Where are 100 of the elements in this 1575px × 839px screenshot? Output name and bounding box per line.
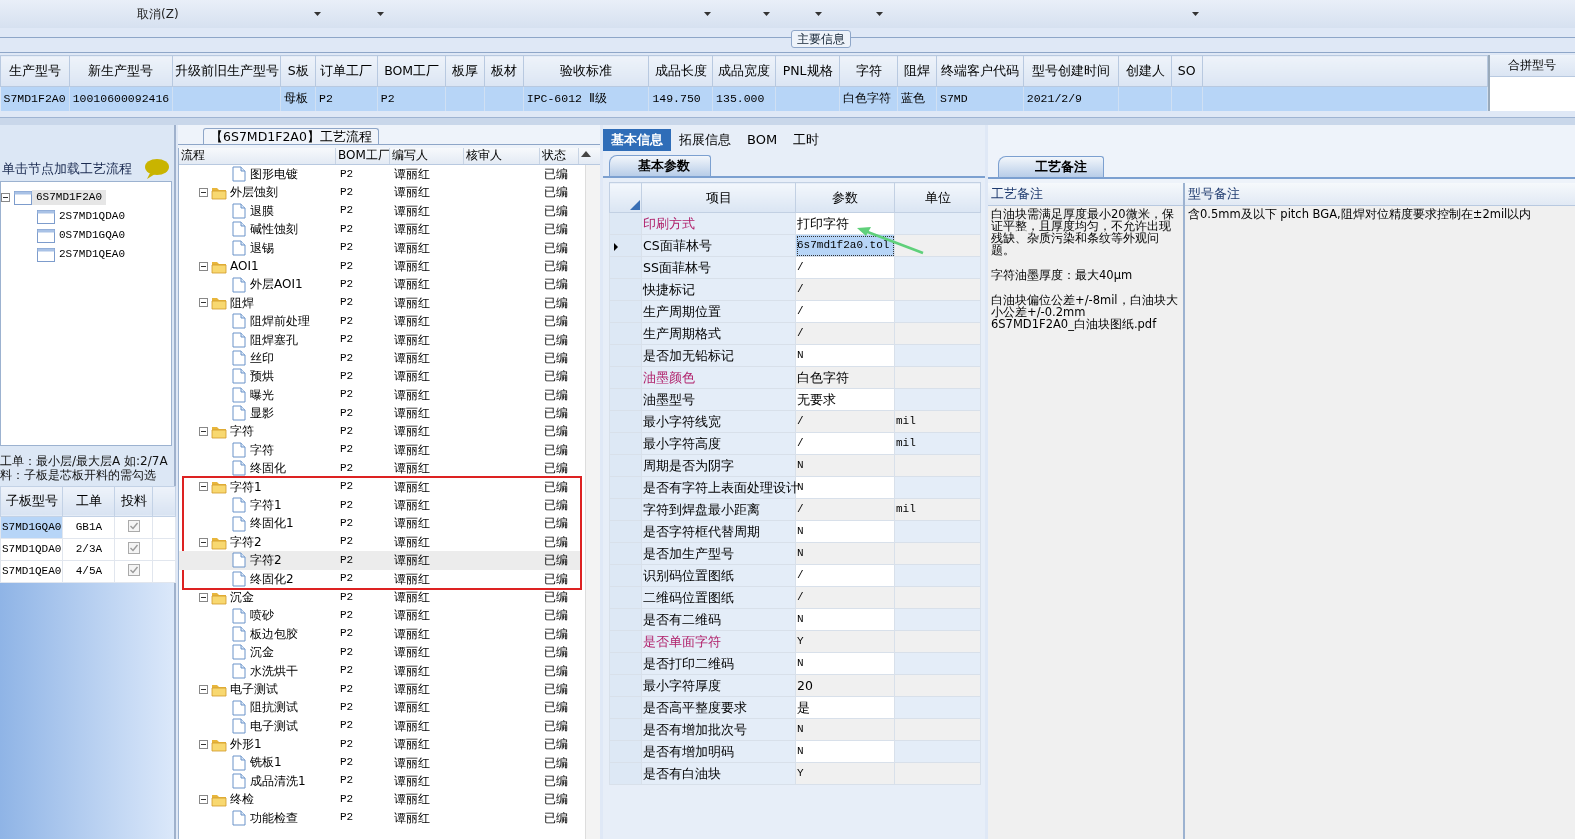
tree-item[interactable]: 2S7MD1QEA0 [55, 246, 129, 263]
table-cell: 生产周期格式 [641, 322, 796, 345]
tree-row[interactable]: 退膜 P2 谭丽红 已编 [179, 201, 582, 221]
tree-row[interactable]: 退锡 P2 谭丽红 已编 [179, 238, 582, 257]
tree-row[interactable]: 字符 P2 谭丽红 已编 [179, 440, 582, 460]
column-header[interactable]: 订单工厂 [315, 55, 378, 87]
collapse-icon[interactable] [199, 684, 208, 694]
collapse-icon[interactable] [199, 482, 208, 492]
column-header[interactable]: 单位 [894, 182, 981, 213]
tree-row[interactable]: 外层AOI1 P2 谭丽红 已编 [179, 275, 582, 294]
column-header[interactable]: 生产型号 [0, 55, 70, 87]
column-header[interactable]: 创建人 [1118, 55, 1172, 87]
tree-row[interactable]: 电子测试 P2 谭丽红 已编 [179, 716, 582, 736]
tree-row[interactable]: 字符 P2 谭丽红 已编 [179, 422, 582, 441]
column-header[interactable]: 阻焊 [897, 55, 937, 87]
caret-icon[interactable] [313, 12, 321, 16]
column-header[interactable]: BOM工厂 [336, 148, 390, 164]
column-header[interactable]: 投料 [114, 486, 153, 517]
collapse-icon[interactable] [199, 427, 208, 437]
tree-row[interactable]: 板边包胶 P2 谭丽红 已编 [179, 624, 582, 644]
column-header[interactable]: 子板型号 [0, 486, 63, 517]
collapse-icon[interactable] [199, 537, 208, 547]
column-header[interactable]: 核审人 [464, 148, 540, 164]
tab[interactable]: 工艺备注 [998, 156, 1104, 177]
caret-icon[interactable] [762, 12, 770, 16]
tree-row[interactable]: 铣板1 P2 谭丽红 已编 [179, 753, 582, 772]
tree-row[interactable]: 电子测试 P2 谭丽红 已编 [179, 679, 582, 699]
cancel-button[interactable]: 取消(Z) [135, 6, 181, 22]
tree-row[interactable]: 成品清洗1 P2 谭丽红 已编 [179, 771, 582, 791]
tree-item[interactable]: 6S7MD1F2A0 [32, 189, 106, 206]
checkbox[interactable] [127, 541, 140, 554]
column-header[interactable]: 流程 [179, 148, 336, 164]
tree-row[interactable]: AOI1 P2 谭丽红 已编 [179, 256, 582, 276]
tree-row[interactable]: 沉金 P2 谭丽红 已编 [179, 643, 582, 662]
tree-row[interactable]: 沉金 P2 谭丽红 已编 [179, 588, 582, 607]
column-header[interactable]: 参数 [795, 182, 895, 213]
tree-row[interactable]: 图形电镀 P2 谭丽红 已编 [179, 165, 582, 184]
tree-row[interactable]: 水洗烘干 P2 谭丽红 已编 [179, 661, 582, 680]
column-header[interactable]: 字符 [839, 55, 898, 87]
checkbox[interactable] [127, 519, 140, 532]
tree-item[interactable]: 2S7MD1QDA0 [55, 208, 129, 225]
tree-row[interactable]: 喷砂 P2 谭丽红 已编 [179, 606, 582, 625]
column-header[interactable]: 工单 [62, 486, 115, 517]
tab[interactable]: 基本参数 [609, 155, 711, 176]
scrollbar[interactable] [585, 165, 600, 839]
caret-icon[interactable] [703, 12, 711, 16]
tree-row[interactable]: 字符2 P2 谭丽红 已编 [179, 532, 580, 552]
collapse-icon[interactable] [199, 592, 208, 602]
column-header[interactable]: 项目 [641, 182, 796, 213]
tree-row[interactable]: 字符2 P2 谭丽红 已编 [179, 551, 580, 570]
tree-item[interactable]: 0S7MD1GQA0 [55, 227, 129, 244]
tab[interactable]: 工时 [785, 129, 828, 151]
collapse-icon[interactable] [199, 739, 208, 749]
tree-row[interactable]: 阻焊前处理 P2 谭丽红 已编 [179, 312, 582, 331]
column-header[interactable]: 升级前旧生产型号 [172, 55, 281, 87]
tree-row[interactable]: 阻焊 P2 谭丽红 已编 [179, 293, 582, 313]
column-header[interactable]: PNL规格 [775, 55, 840, 87]
column-header[interactable]: SO [1171, 55, 1203, 87]
tab[interactable]: 拓展信息 [671, 129, 739, 151]
tree-row[interactable]: 功能检查 P2 谭丽红 已编 [179, 808, 582, 828]
tree-row[interactable]: 终固化 P2 谭丽红 已编 [179, 459, 582, 478]
column-header[interactable]: S板 [280, 55, 316, 87]
tree-row[interactable]: 碱性蚀刻 P2 谭丽红 已编 [179, 220, 582, 239]
splitter[interactable] [0, 117, 1575, 125]
column-header[interactable]: 板材 [484, 55, 524, 87]
collapse-icon[interactable] [199, 794, 208, 804]
tree-row[interactable]: 阻抗测试 P2 谭丽红 已编 [179, 698, 582, 717]
column-header[interactable]: 验收标准 [523, 55, 649, 87]
tree-row[interactable]: 阻焊塞孔 P2 谭丽红 已编 [179, 330, 582, 349]
column-header[interactable]: BOM工厂 [377, 55, 446, 87]
tab[interactable]: 基本信息 [603, 129, 671, 151]
checkbox[interactable] [127, 563, 140, 576]
collapse-icon[interactable] [199, 188, 208, 198]
column-header[interactable]: 状态 [540, 148, 579, 164]
tree-row[interactable]: 显影 P2 谭丽红 已编 [179, 404, 582, 423]
tree-row[interactable]: 外层蚀刻 P2 谭丽红 已编 [179, 183, 582, 202]
tree-row[interactable]: 终检 P2 谭丽红 已编 [179, 790, 582, 809]
column-header[interactable]: 新生产型号 [69, 55, 173, 87]
collapse-icon[interactable] [199, 261, 208, 271]
collapse-icon[interactable] [199, 298, 208, 308]
tree-row[interactable]: 终固化2 P2 谭丽红 已编 [179, 569, 580, 588]
column-header[interactable]: 终端客户代码 [936, 55, 1024, 87]
tree-row[interactable]: 丝印 P2 谭丽红 已编 [179, 348, 582, 368]
caret-icon[interactable] [875, 12, 883, 16]
row-header[interactable] [609, 234, 642, 257]
column-header[interactable]: 型号创建时间 [1023, 55, 1119, 87]
column-header[interactable]: 板厚 [445, 55, 485, 87]
caret-icon[interactable] [1191, 12, 1199, 16]
tree-row[interactable]: 外形1 P2 谭丽红 已编 [179, 735, 582, 754]
tree-row[interactable]: 曝光 P2 谭丽红 已编 [179, 385, 582, 405]
column-header[interactable]: 编写人 [390, 148, 464, 164]
caret-icon[interactable] [376, 12, 384, 16]
tree-row[interactable]: 预烘 P2 谭丽红 已编 [179, 367, 582, 386]
tab[interactable]: BOM [739, 129, 786, 151]
tree-row[interactable]: 字符1 P2 谭丽红 已编 [179, 496, 580, 515]
tree-row[interactable]: 字符1 P2 谭丽红 已编 [179, 477, 580, 497]
tree-row[interactable]: 终固化1 P2 谭丽红 已编 [179, 514, 580, 533]
column-header[interactable]: 成品长度 [648, 55, 713, 87]
column-header[interactable]: 成品宽度 [712, 55, 776, 87]
caret-icon[interactable] [814, 12, 822, 16]
